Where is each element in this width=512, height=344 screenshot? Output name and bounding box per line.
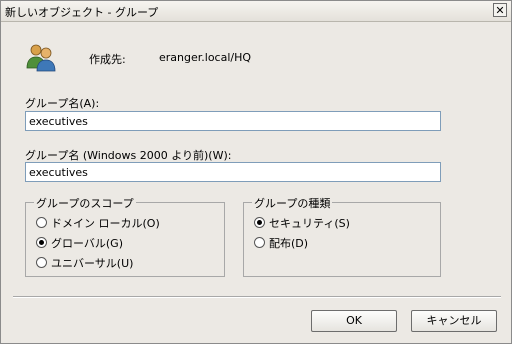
create-in-path: eranger.local/HQ bbox=[159, 51, 252, 64]
radio-button-selected[interactable] bbox=[36, 237, 47, 248]
new-group-dialog: 新しいオブジェクト - グループ ✕ 作成先: eranger.local/HQ… bbox=[0, 0, 512, 344]
scope-option-global[interactable]: グローバル(G) bbox=[36, 235, 123, 251]
group-users-icon bbox=[26, 44, 56, 72]
group-type-title: グループの種類 bbox=[252, 195, 333, 211]
group-name-pre2000-label: グループ名 (Windows 2000 より前)(W): bbox=[25, 149, 232, 162]
group-scope-box: グループのスコープ ドメイン ローカル(O) グローバル(G) ユニバーサル(U… bbox=[25, 195, 225, 277]
group-name-pre2000-input[interactable] bbox=[25, 162, 441, 182]
type-option-distribution[interactable]: 配布(D) bbox=[254, 235, 308, 251]
radio-button-selected[interactable] bbox=[254, 217, 265, 228]
group-type-box: グループの種類 セキュリティ(S) 配布(D) bbox=[243, 195, 441, 277]
radio-button[interactable] bbox=[36, 217, 47, 228]
radio-button[interactable] bbox=[36, 257, 47, 268]
scope-option-universal[interactable]: ユニバーサル(U) bbox=[36, 255, 133, 271]
window-title: 新しいオブジェクト - グループ bbox=[5, 6, 159, 19]
cancel-button[interactable]: キャンセル bbox=[411, 310, 497, 332]
group-name-input[interactable] bbox=[25, 111, 441, 131]
group-name-label: グループ名(A): bbox=[25, 97, 100, 110]
close-icon[interactable]: ✕ bbox=[493, 3, 507, 17]
create-in-label: 作成先: bbox=[89, 53, 126, 66]
scope-option-domain-local[interactable]: ドメイン ローカル(O) bbox=[36, 215, 160, 231]
type-option-security[interactable]: セキュリティ(S) bbox=[254, 215, 350, 231]
group-scope-title: グループのスコープ bbox=[34, 195, 136, 211]
title-bar: 新しいオブジェクト - グループ ✕ bbox=[1, 1, 511, 22]
separator bbox=[13, 296, 501, 298]
ok-button[interactable]: OK bbox=[311, 310, 397, 332]
radio-button[interactable] bbox=[254, 237, 265, 248]
